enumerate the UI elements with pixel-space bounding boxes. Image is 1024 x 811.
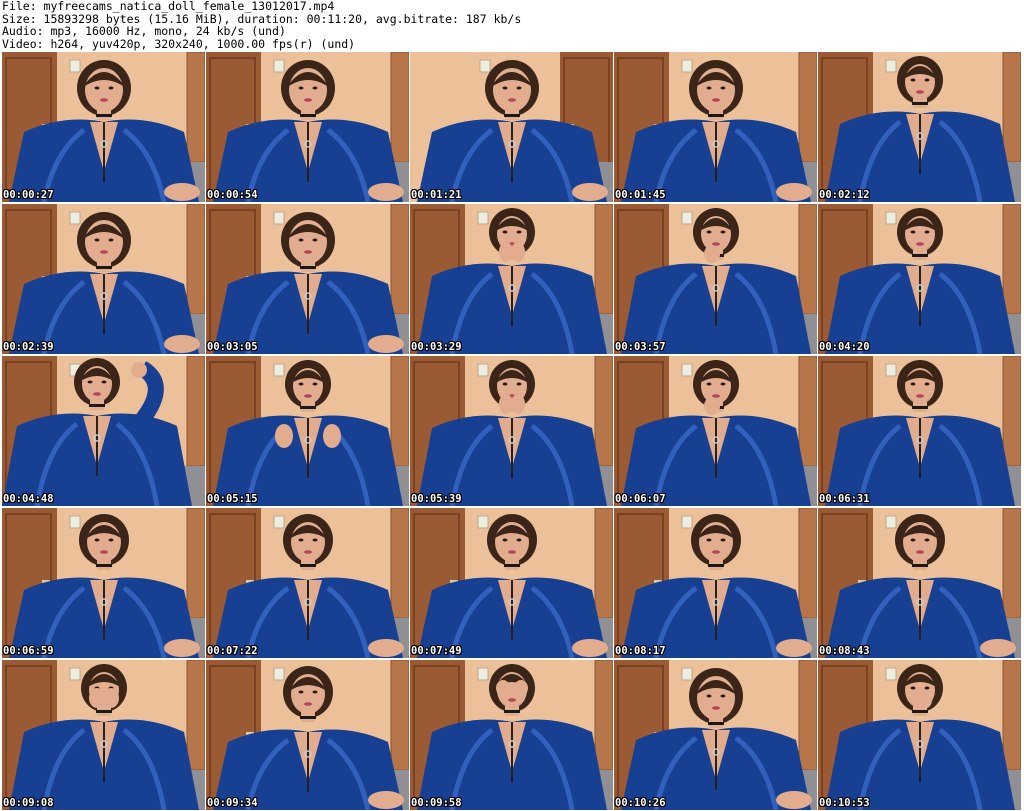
thumbnail-frame-image <box>818 356 1021 506</box>
thumbnail-frame-image <box>206 52 409 202</box>
video-thumbnail: 00:03:57 <box>614 204 817 354</box>
thumbnail-timestamp: 00:08:17 <box>615 645 666 657</box>
thumbnail-frame-image <box>206 356 409 506</box>
thumbnail-timestamp: 00:00:27 <box>3 189 54 201</box>
thumbnail-timestamp: 00:06:31 <box>819 493 870 505</box>
thumbnail-frame-image <box>818 52 1021 202</box>
video-thumbnail: 00:05:39 <box>410 356 613 506</box>
thumbnail-timestamp: 00:09:58 <box>411 797 462 809</box>
thumbnail-frame-image <box>614 660 817 810</box>
thumbnail-timestamp: 00:03:57 <box>615 341 666 353</box>
video-thumbnail: 00:04:20 <box>818 204 1021 354</box>
thumbnail-frame-image <box>818 660 1021 810</box>
file-info-header: File: myfreecams_natica_doll_female_1301… <box>2 0 1020 52</box>
thumbnail-timestamp: 00:02:39 <box>3 341 54 353</box>
thumbnail-frame-image <box>614 508 817 658</box>
video-thumbnail: 00:07:49 <box>410 508 613 658</box>
thumbnail-frame-image <box>818 204 1021 354</box>
thumbnail-timestamp: 00:05:15 <box>207 493 258 505</box>
video-thumbnail: 00:10:53 <box>818 660 1021 810</box>
thumbnail-timestamp: 00:07:49 <box>411 645 462 657</box>
video-thumbnail: 00:03:05 <box>206 204 409 354</box>
thumbnail-grid: 00:00:27 00:00:54 00:01:21 00:01:45 00:02:12… <box>2 52 1022 811</box>
thumbnail-timestamp: 00:07:22 <box>207 645 258 657</box>
thumbnail-timestamp: 00:09:34 <box>207 797 258 809</box>
thumbnail-frame-image <box>614 204 817 354</box>
video-thumbnail: 00:01:45 <box>614 52 817 202</box>
thumbnail-frame-image <box>2 508 205 658</box>
file-name-line: File: myfreecams_natica_doll_female_1301… <box>2 0 335 13</box>
video-thumbnail: 00:09:58 <box>410 660 613 810</box>
video-info-line: Video: h264, yuv420p, 320x240, 1000.00 f… <box>2 36 356 51</box>
thumbnail-frame-image <box>206 204 409 354</box>
thumbnail-timestamp: 00:02:12 <box>819 189 870 201</box>
thumbnail-timestamp: 00:09:08 <box>3 797 54 809</box>
thumbnail-frame-image <box>410 356 613 506</box>
thumbnail-timestamp: 00:04:48 <box>3 493 54 505</box>
thumbnail-frame-image <box>206 508 409 658</box>
thumbnail-frame-image <box>410 204 613 354</box>
video-thumbnail: 00:06:59 <box>2 508 205 658</box>
thumbnail-timestamp: 00:01:21 <box>411 189 462 201</box>
thumbnail-timestamp: 00:03:05 <box>207 341 258 353</box>
thumbnail-frame-image <box>410 660 613 810</box>
thumbnail-frame-image <box>818 508 1021 658</box>
video-thumbnail: 00:10:26 <box>614 660 817 810</box>
thumbnail-frame-image <box>410 52 613 202</box>
thumbnail-frame-image <box>2 204 205 354</box>
video-thumbnail: 00:08:17 <box>614 508 817 658</box>
thumbnail-timestamp: 00:06:07 <box>615 493 666 505</box>
thumbnail-timestamp: 00:01:45 <box>615 189 666 201</box>
video-thumbnail: 00:00:54 <box>206 52 409 202</box>
thumbnail-frame-image <box>614 356 817 506</box>
thumbnail-timestamp: 00:08:43 <box>819 645 870 657</box>
thumbnail-frame-image <box>614 52 817 202</box>
thumbnail-frame-image <box>2 52 205 202</box>
thumbnail-timestamp: 00:06:59 <box>3 645 54 657</box>
thumbnail-frame-image <box>2 660 205 810</box>
video-thumbnail: 00:01:21 <box>410 52 613 202</box>
video-thumbnail: 00:07:22 <box>206 508 409 658</box>
video-thumbnail: 00:03:29 <box>410 204 613 354</box>
thumbnail-frame-image <box>2 356 205 506</box>
thumbnail-timestamp: 00:05:39 <box>411 493 462 505</box>
video-thumbnail: 00:02:12 <box>818 52 1021 202</box>
video-thumbnail: 00:09:34 <box>206 660 409 810</box>
thumbnail-frame-image <box>206 660 409 810</box>
video-thumbnail: 00:06:07 <box>614 356 817 506</box>
video-thumbnail: 00:02:39 <box>2 204 205 354</box>
video-thumbnail: 00:09:08 <box>2 660 205 810</box>
video-thumbnail: 00:08:43 <box>818 508 1021 658</box>
thumbnail-timestamp: 00:10:53 <box>819 797 870 809</box>
video-thumbnail: 00:00:27 <box>2 52 205 202</box>
video-thumbnail: 00:04:48 <box>2 356 205 506</box>
thumbnail-timestamp: 00:10:26 <box>615 797 666 809</box>
thumbnail-timestamp: 00:00:54 <box>207 189 258 201</box>
thumbnail-frame-image <box>410 508 613 658</box>
thumbnail-timestamp: 00:03:29 <box>411 341 462 353</box>
video-thumbnail: 00:05:15 <box>206 356 409 506</box>
thumbnail-timestamp: 00:04:20 <box>819 341 870 353</box>
video-thumbnail: 00:06:31 <box>818 356 1021 506</box>
audio-info-line: Audio: mp3, 16000 Hz, mono, 24 kb/s (und… <box>2 24 286 38</box>
